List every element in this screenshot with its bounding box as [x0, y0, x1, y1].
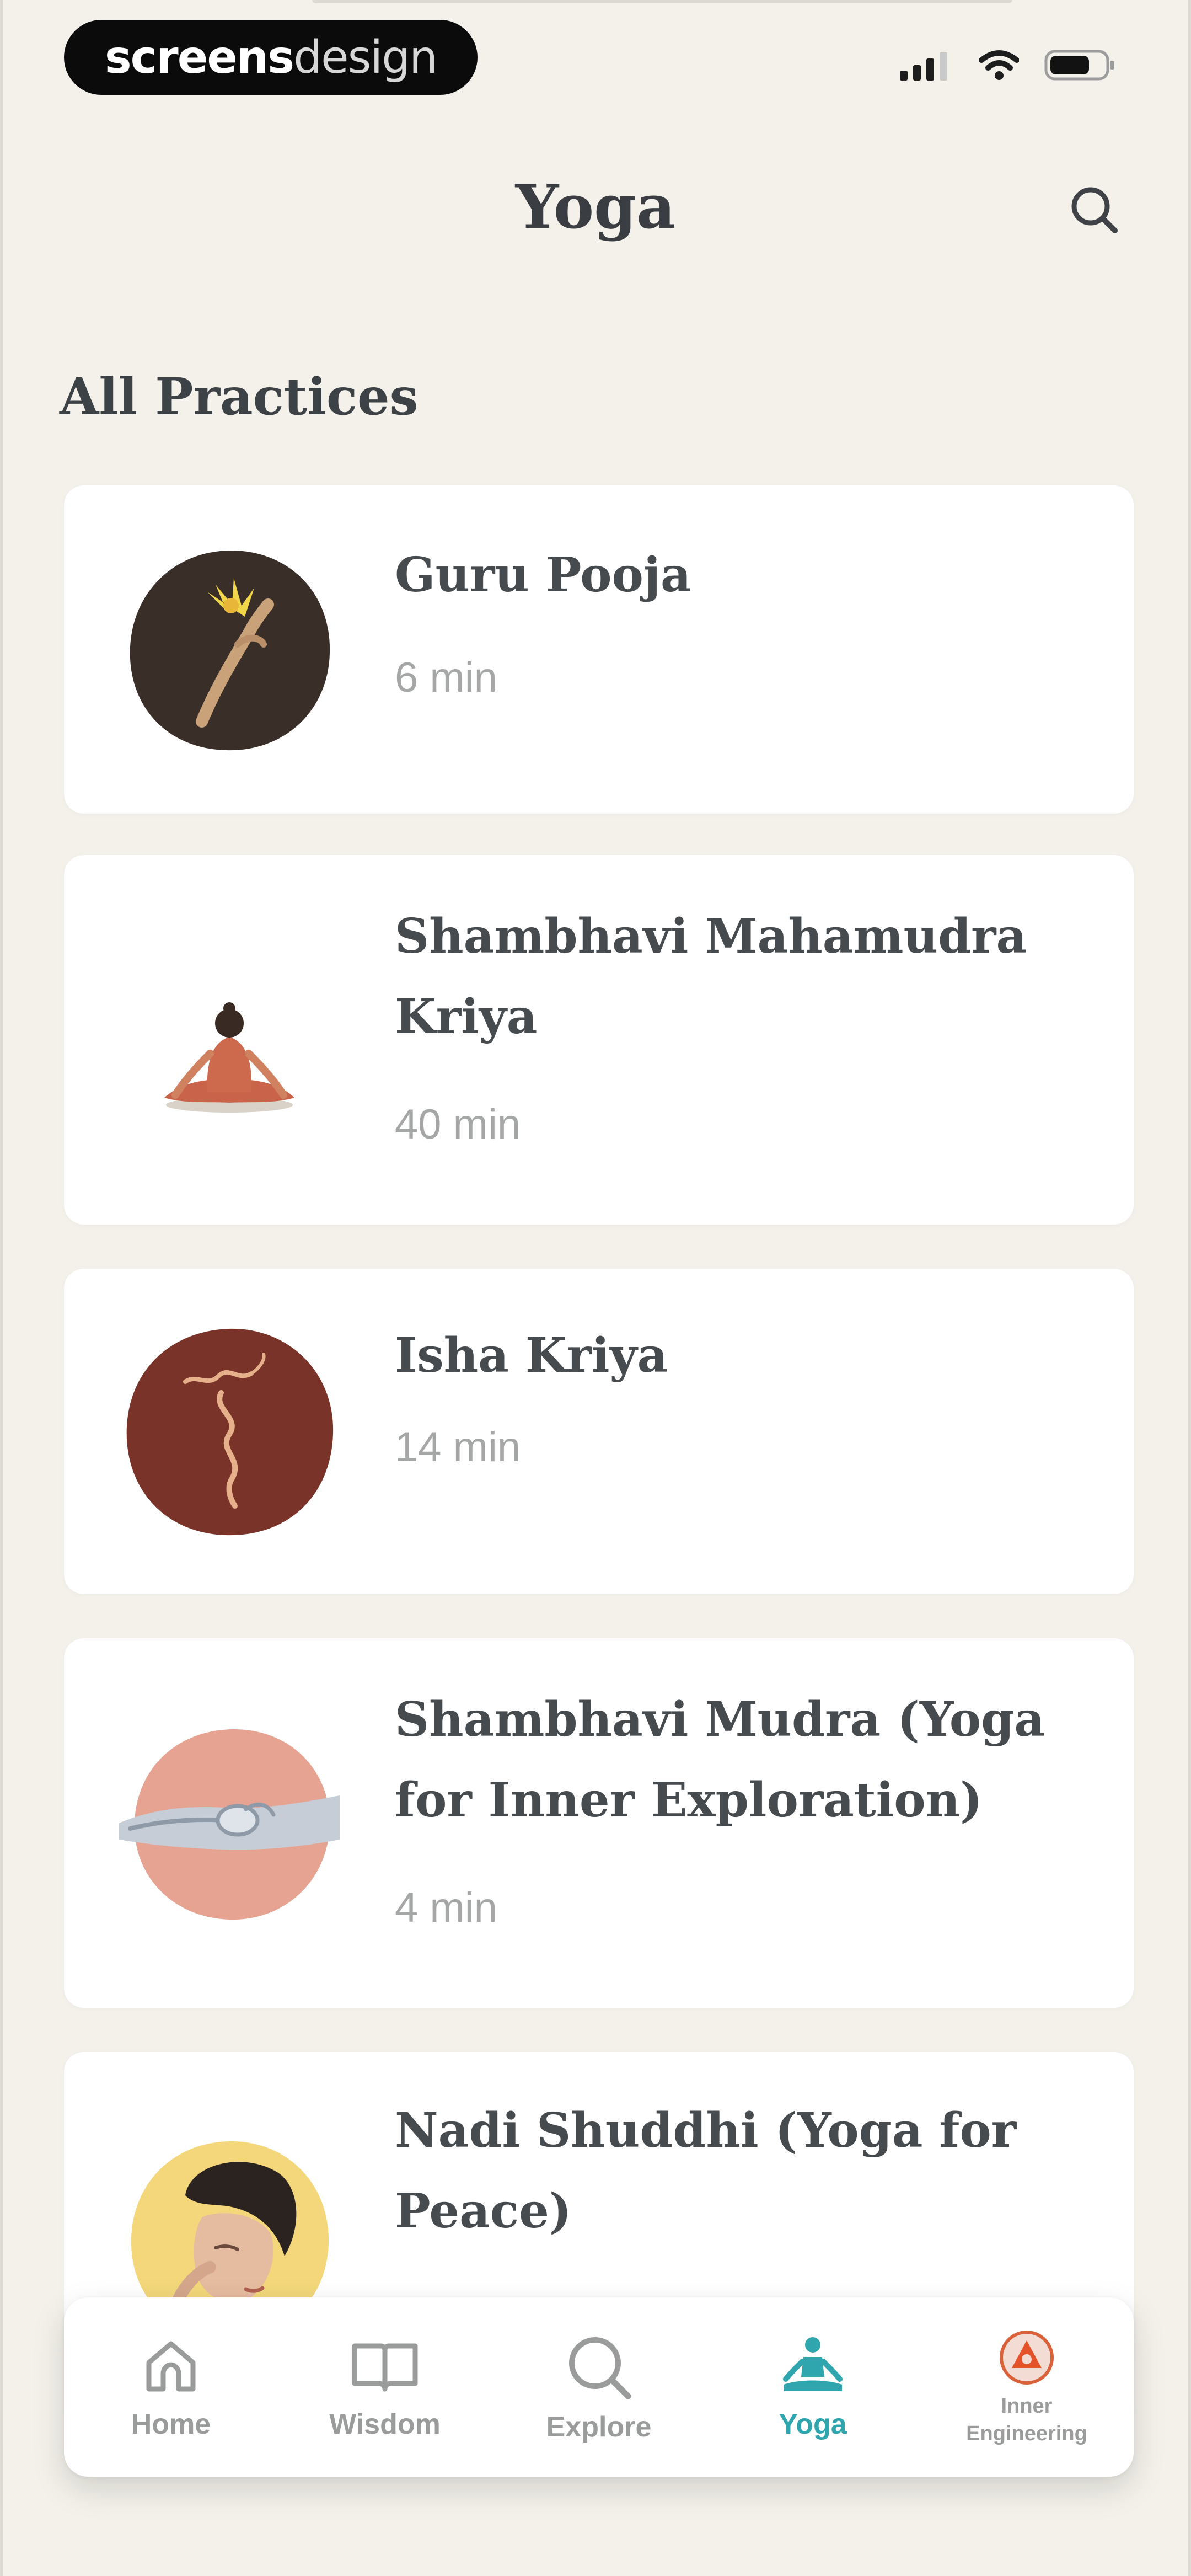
brand-watermark: screens design [64, 20, 478, 95]
practice-title: Shambhavi Mudra (Yoga for Inner Explorat… [395, 1692, 1045, 1828]
nav-item-label: Yoga [779, 2408, 847, 2440]
cellular-signal-icon [900, 52, 947, 81]
practice-duration: 4 min [395, 1884, 497, 1931]
practice-card-shambhavi-mudra[interactable]: Shambhavi Mudra (Yoga for Inner Explorat… [64, 1638, 1134, 2008]
practice-duration: 14 min [395, 1424, 521, 1471]
app-screen: screens design Yoga All Practices Guru P… [0, 0, 1191, 2576]
home-icon [146, 2341, 196, 2391]
brand-watermark-bold: screens [104, 31, 294, 84]
nav-item-label: Home [131, 2408, 211, 2440]
shambhavi-mahamudra-kriya-thumbnail [164, 1002, 294, 1113]
search-icon [1071, 187, 1118, 233]
nav-item-inner-engineering[interactable]: Inner Engineering [927, 2305, 1126, 2470]
wifi-icon [979, 50, 1019, 80]
isha-kriya-thumbnail [126, 1328, 334, 1536]
status-icons [899, 49, 1116, 82]
practice-title: Isha Kriya [395, 1328, 668, 1383]
nav-item-label: Explore [546, 2411, 652, 2443]
nav-item-explore[interactable]: Explore [500, 2305, 698, 2470]
brand-watermark-light: design [293, 31, 438, 84]
section-heading: All Practices [60, 367, 419, 426]
bottom-navigation: Home Wisdom Explore Yoga Inner Engineeri… [64, 2297, 1134, 2477]
inner-engineering-icon [1000, 2330, 1054, 2385]
book-icon [352, 2343, 418, 2391]
nav-item-wisdom[interactable]: Wisdom [286, 2305, 484, 2470]
practice-title: Guru Pooja [395, 547, 691, 603]
search-icon [569, 2337, 631, 2399]
practice-card-guru-pooja[interactable]: Guru Pooja 6 min [64, 485, 1134, 814]
practice-title: Shambhavi Mahamudra Kriya [395, 908, 1027, 1045]
practice-duration: 40 min [395, 1101, 521, 1148]
practice-duration: 6 min [395, 654, 497, 701]
practice-title: Nadi Shuddhi (Yoga for Peace) [395, 2103, 1017, 2239]
home-indicator [389, 2518, 808, 2530]
shambhavi-mudra-thumbnail [119, 1729, 340, 1920]
guru-pooja-thumbnail [130, 550, 330, 751]
practice-card-shambhavi-mahamudra-kriya[interactable]: Shambhavi Mahamudra Kriya 40 min [64, 855, 1134, 1225]
nav-item-label: Inner Engineering [966, 2394, 1087, 2445]
battery-icon [1044, 50, 1114, 81]
practice-card-isha-kriya[interactable]: Isha Kriya 14 min [64, 1269, 1134, 1594]
nav-item-home[interactable]: Home [72, 2305, 270, 2470]
top-edge [312, 0, 1012, 3]
search-button[interactable] [1066, 182, 1122, 237]
page-title: Yoga [515, 171, 676, 242]
nav-item-label: Wisdom [329, 2408, 441, 2440]
meditation-icon [783, 2337, 843, 2391]
nav-item-yoga[interactable]: Yoga [713, 2305, 912, 2470]
